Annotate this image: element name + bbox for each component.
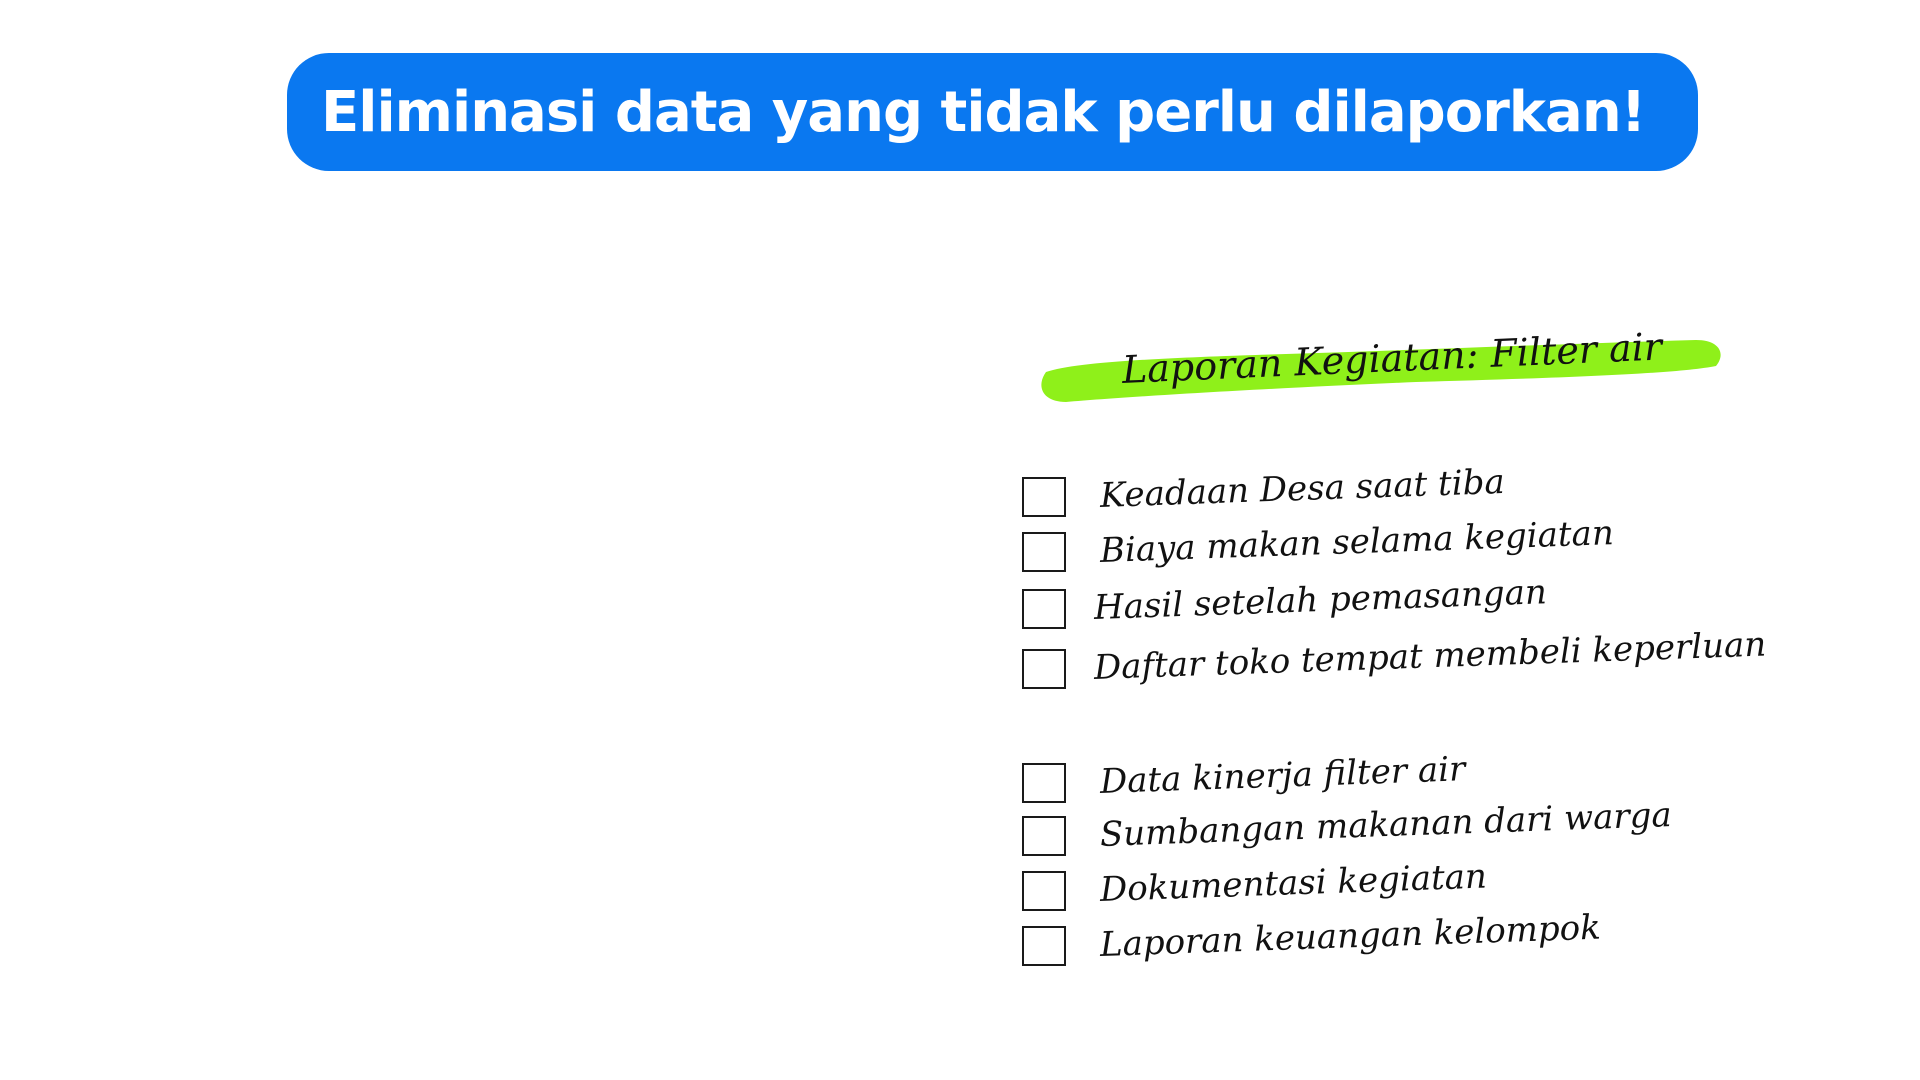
checkbox[interactable]	[1022, 926, 1066, 966]
checkbox[interactable]	[1022, 816, 1066, 856]
checklist-item[interactable]: Sumbangan makanan dari warga	[1022, 795, 1712, 859]
checkbox[interactable]	[1022, 649, 1066, 689]
checkbox[interactable]	[1022, 532, 1066, 572]
checkbox[interactable]	[1022, 763, 1066, 803]
slide: Eliminasi data yang tidak perlu dilapork…	[0, 0, 1920, 1080]
checkbox[interactable]	[1022, 477, 1066, 517]
checklist-item-label: Data kinerja filter air	[1099, 749, 1466, 802]
slide-title: Eliminasi data yang tidak perlu dilapork…	[321, 79, 1646, 145]
checkbox[interactable]	[1022, 589, 1066, 629]
checklist-item[interactable]: Dokumentasi kegiatan	[1022, 857, 1712, 914]
checklist-item-label: Hasil setelah pemasangan	[1093, 572, 1548, 628]
checklist-item[interactable]: Laporan keuangan kelompok	[1022, 908, 1712, 969]
title-banner: Eliminasi data yang tidak perlu dilapork…	[287, 53, 1698, 171]
checklist-item-label: Keadaan Desa saat tiba	[1099, 461, 1506, 516]
checklist-item[interactable]: Hasil setelah pemasangan	[1022, 572, 1712, 632]
checklist-item[interactable]: Biaya makan selama kegiatan	[1022, 513, 1712, 575]
checklist-item[interactable]: Daftar toko tempat membeli keperluan	[1022, 625, 1767, 692]
report-heading-highlight: Laporan Kegiatan: Filter air	[1036, 324, 1728, 408]
checkbox[interactable]	[1022, 871, 1066, 911]
checklist-item-label: Dokumentasi kegiatan	[1099, 856, 1488, 910]
